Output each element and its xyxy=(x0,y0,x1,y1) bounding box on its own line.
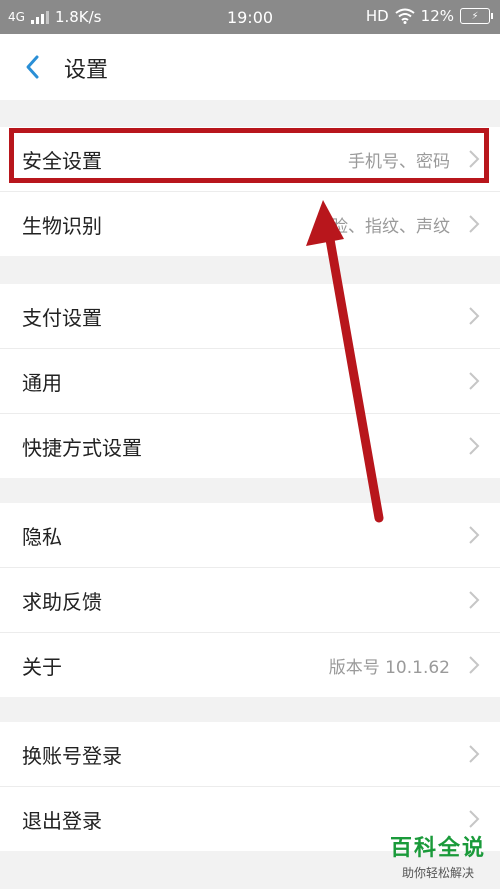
chevron-right-icon xyxy=(469,307,480,325)
row-label: 快捷方式设置 xyxy=(22,435,142,460)
chevron-right-icon xyxy=(469,437,480,455)
row-label: 支付设置 xyxy=(22,305,102,330)
wifi-icon xyxy=(395,8,415,24)
chevron-right-icon xyxy=(469,372,480,390)
page-title: 设置 xyxy=(64,58,109,83)
nav-bar: 设置 xyxy=(0,34,500,100)
settings-row-general[interactable]: 通用 xyxy=(0,349,500,414)
highlight-box xyxy=(9,128,489,183)
row-label: 生物识别 xyxy=(22,213,102,238)
chevron-left-icon[interactable] xyxy=(22,54,44,80)
settings-row-feedback[interactable]: 求助反馈 xyxy=(0,568,500,633)
chevron-right-icon xyxy=(469,745,480,763)
settings-row-biometrics[interactable]: 生物识别 人脸、指纹、声纹 xyxy=(0,192,500,256)
watermark-subtitle: 助你轻松解决 xyxy=(401,866,474,880)
row-label: 退出登录 xyxy=(22,808,102,833)
battery-percent: 12% xyxy=(420,7,454,25)
chevron-right-icon xyxy=(469,215,480,233)
row-label: 关于 xyxy=(22,654,62,679)
settings-row-privacy[interactable]: 隐私 xyxy=(0,503,500,568)
row-label: 换账号登录 xyxy=(22,743,122,768)
row-label: 求助反馈 xyxy=(22,589,102,614)
watermark-title: 百科全说 xyxy=(389,836,486,861)
chevron-right-icon xyxy=(469,656,480,674)
settings-group-general: 支付设置 通用 快捷方式设置 xyxy=(0,284,500,478)
watermark-logo: 百科全说 助你轻松解决 xyxy=(390,830,486,881)
chevron-right-icon xyxy=(469,591,480,609)
settings-group-about: 隐私 求助反馈 关于 版本号 10.1.62 xyxy=(0,503,500,697)
battery-charging-icon: ⚡ xyxy=(460,8,493,24)
status-bar: 4G 1.8K/s 19:00 HD 12% ⚡ xyxy=(0,0,500,34)
settings-row-payment[interactable]: 支付设置 xyxy=(0,284,500,349)
chevron-right-icon xyxy=(469,526,480,544)
settings-row-about[interactable]: 关于 版本号 10.1.62 xyxy=(0,633,500,697)
settings-row-shortcuts[interactable]: 快捷方式设置 xyxy=(0,414,500,478)
settings-row-switch-account[interactable]: 换账号登录 xyxy=(0,722,500,787)
row-label: 隐私 xyxy=(22,524,62,549)
status-right: HD 12% ⚡ xyxy=(365,7,493,25)
row-value: 版本号 10.1.62 xyxy=(328,657,450,678)
row-value: 人脸、指纹、声纹 xyxy=(314,216,450,237)
row-label: 通用 xyxy=(22,370,62,395)
hd-indicator: HD xyxy=(365,7,389,25)
chevron-right-icon xyxy=(469,810,480,828)
